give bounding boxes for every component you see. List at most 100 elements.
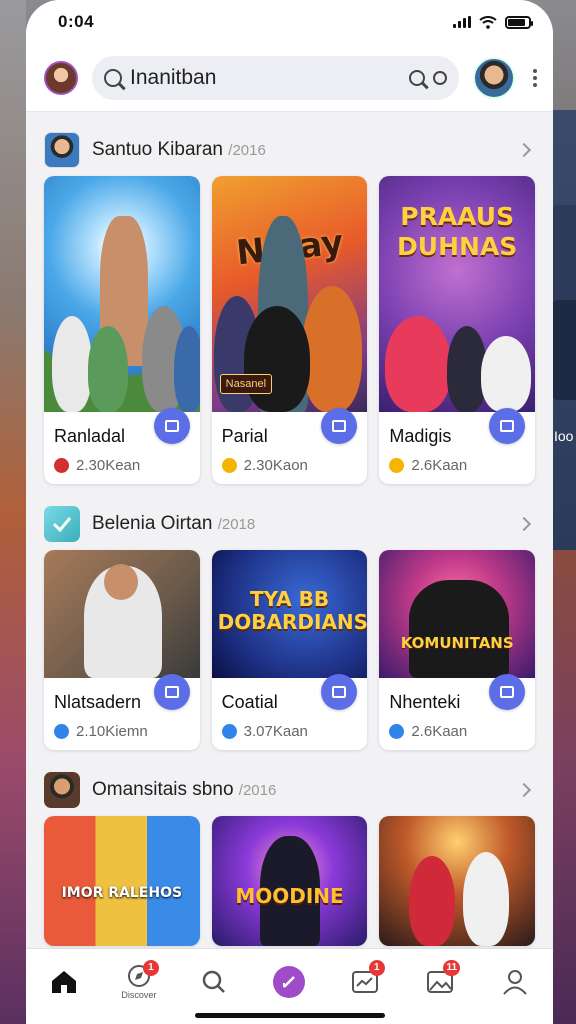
search-submit-icon[interactable] [409,69,425,86]
verified-icon [54,724,69,739]
nav-profile[interactable] [491,958,539,1006]
card-stats: 2.6Kaan [411,723,468,740]
section-title: Belenia Oirtan /2018 [92,513,507,535]
add-to-list-button[interactable] [153,674,190,710]
pen-icon [283,975,296,988]
card-body: Ranladal 2.30Kean [44,408,200,484]
section-header[interactable]: Omansitais sbno /2016 [44,764,535,816]
gallery-icon [332,686,347,698]
peek-thumb [552,205,576,315]
nav-discover-label: Discover [121,989,157,1000]
signal-icon [453,16,471,28]
status-icons [453,15,533,29]
section-title: Santuo Kibaran /2016 [92,139,507,161]
card-stats: 2.30Kaon [243,457,308,474]
nav-search[interactable] [190,958,238,1006]
peek-text: Ioo [554,428,574,444]
card-row: Nlatsadern 2.10Kiemn TYA BB DOBARDIANS C… [44,550,536,750]
card-body: Coatial 3.07Kaan [212,674,368,750]
nav-gallery[interactable]: 11 [416,958,464,1006]
content-card[interactable] [379,816,536,946]
card-image: TYA BB DOBARDIANS [211,550,368,678]
chevron-right-icon[interactable] [516,782,532,798]
section: Belenia Oirtan /2018 Nlatsadern 2.10Kiem… [44,498,536,750]
card-stats: 2.10Kiemn [76,723,148,740]
app-header [26,44,553,112]
peek-thumb [552,300,576,400]
content-card[interactable]: PRAAUS DUHNAS Madigis 2.6Kaan [379,176,536,484]
search-input[interactable] [130,65,401,90]
verified-icon [221,724,237,739]
notification-badge: 11 [443,959,461,976]
check-icon [52,517,72,532]
card-image [44,176,200,412]
poster-title: TYA BB DOBARDIANS [217,587,368,634]
gallery-icon [332,420,347,432]
status-time: 0:04 [58,12,95,31]
more-options-icon[interactable] [529,65,541,91]
feed: Santuo Kibaran /2016 Ranladal 2.30Kean N… [26,112,553,946]
content-card[interactable]: Nlatsadern 2.10Kiemn [44,550,200,750]
section-title-text: Omansitais sbno [92,779,234,800]
add-to-list-button[interactable] [489,674,526,710]
section-avatar [44,772,80,808]
create-button [273,965,306,998]
nav-create[interactable] [265,958,313,1006]
gallery-icon [164,686,179,698]
battery-icon [505,15,533,29]
section-header[interactable]: Santuo Kibaran /2016 [44,124,535,176]
content-card[interactable]: TYA BB DOBARDIANS Coatial 3.07Kaan [211,550,368,750]
poster-title: MOODINE [235,884,344,908]
verified-icon [389,724,405,739]
app-screen: 0:04 S [26,0,553,1024]
card-meta: 2.6Kaan [389,457,525,474]
card-body: Nlatsadern 2.10Kiemn [44,674,200,750]
card-meta: 2.6Kaan [389,723,525,740]
status-bar: 0:04 [26,0,553,44]
search-icon [104,68,122,87]
content-card[interactable]: Nalay Nasanel Parial 2.30Kaon [211,176,368,484]
add-to-list-button[interactable] [489,408,526,444]
card-meta: 2.10Kiemn [54,723,190,740]
card-meta: 2.30Kaon [221,457,358,474]
chevron-right-icon[interactable] [516,516,532,532]
section-title: Omansitais sbno /2016 [92,779,507,801]
section-subtitle: /2018 [217,516,256,533]
status-dot-icon [221,458,237,473]
voice-search-icon[interactable] [433,70,447,85]
poster-tag: Nasanel [219,374,273,394]
gallery-icon [164,420,179,432]
section-avatar [44,132,80,168]
section-icon [44,506,80,542]
bottom-navigation: Discover 1 1 11 [26,948,553,1024]
nav-home[interactable] [40,958,88,1006]
card-image: Nalay Nasanel [211,176,368,412]
search-bar[interactable] [92,55,459,100]
content-card[interactable]: KOMUNITANS Nhenteki 2.6Kaan [379,550,536,750]
card-image: PRAAUS DUHNAS [379,176,536,412]
person-icon [503,969,528,995]
nav-alerts[interactable]: 1 [341,958,389,1006]
home-icon [51,970,76,993]
card-image: MOODINE [211,816,368,946]
nav-discover[interactable]: Discover 1 [115,958,163,1006]
card-row: IMOR RALEHOS MOODINE [44,816,536,946]
section: Santuo Kibaran /2016 Ranladal 2.30Kean N… [44,124,536,484]
card-stats: 2.6Kaan [411,457,468,474]
previous-screen-edge [0,0,26,1024]
card-body: Parial 2.30Kaon [212,408,368,484]
content-card[interactable]: Ranladal 2.30Kean [44,176,200,484]
content-card[interactable]: MOODINE [211,816,368,946]
add-to-list-button[interactable] [153,408,190,444]
home-indicator[interactable] [194,1013,385,1018]
card-image: IMOR RALEHOS [44,816,200,946]
user-avatar[interactable] [473,56,515,99]
section-subtitle: /2016 [238,782,277,799]
profile-avatar[interactable] [44,60,78,95]
section-header[interactable]: Belenia Oirtan /2018 [44,498,535,550]
search-icon [202,970,226,993]
card-image: KOMUNITANS [379,550,536,678]
gallery-icon [500,686,515,698]
content-card[interactable]: IMOR RALEHOS [44,816,200,946]
chevron-right-icon[interactable] [516,142,532,158]
